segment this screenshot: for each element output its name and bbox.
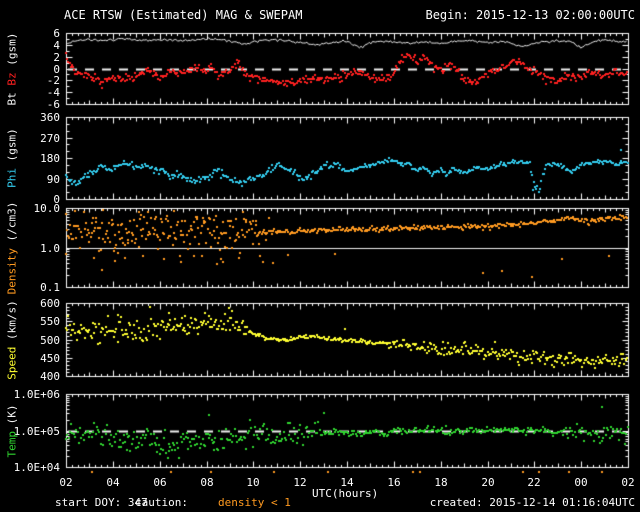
- x-axis-label: UTC(hours): [312, 487, 379, 500]
- x-tick-label: 02: [59, 476, 73, 489]
- chart-title: ACE RTSW (Estimated) MAG & SWEPAM: [64, 8, 303, 22]
- y-tick-label: 360: [40, 111, 60, 124]
- x-tick-label: 16: [387, 476, 401, 489]
- x-tick-label: 12: [293, 476, 307, 489]
- x-tick-label: 10: [246, 476, 260, 489]
- y-tick-label: 1.0E+04: [13, 461, 60, 474]
- y-axis-label-part: Speed: [5, 346, 19, 380]
- x-tick-label: 04: [106, 476, 120, 489]
- y-axis-label-part: (gsm): [5, 128, 19, 168]
- y-axis-label-part: (gsm): [5, 32, 19, 72]
- x-tick-label: 00: [574, 476, 588, 489]
- x-tick-label: 02: [621, 476, 635, 489]
- footer-created-timestamp: created: 2015-12-14 01:16:04UTC: [429, 496, 635, 509]
- y-axis-label-part: Density: [5, 247, 19, 294]
- footer-caution-value: density < 1: [218, 496, 291, 509]
- y-axis-label-part: Temp: [5, 430, 19, 458]
- y-axis-label-part: (/cm3): [5, 201, 19, 248]
- ace-rtsw-plot: ACE RTSW (Estimated) MAG & SWEPAM Begin:…: [0, 0, 640, 512]
- y-axis-label-part: (K): [5, 404, 19, 431]
- x-tick-label: 06: [153, 476, 167, 489]
- footer-start-doy: start DOY: 347: [55, 496, 148, 509]
- y-axis-label-part: Bz: [5, 71, 19, 86]
- y-axis-label-phi: Phi (gsm): [6, 128, 19, 188]
- y-axis-label-part: Bt: [5, 85, 19, 105]
- y-axis-label-part: (km/s): [5, 299, 19, 347]
- x-tick-label: 22: [527, 476, 541, 489]
- y-axis-label-part: Phi: [5, 167, 19, 188]
- x-tick-label: 08: [200, 476, 214, 489]
- plot-canvas: [0, 0, 640, 512]
- begin-timestamp-label: Begin: 2015-12-13 02:00:00UTC: [425, 8, 635, 22]
- y-axis-label-density: Density (/cm3): [6, 201, 19, 294]
- y-axis-label-temp: Temp (K): [6, 404, 19, 457]
- y-axis-label-speed: Speed (km/s): [6, 300, 19, 379]
- x-tick-label: 20: [481, 476, 495, 489]
- footer-caution-label: caution:: [135, 496, 188, 509]
- x-tick-label: 18: [434, 476, 448, 489]
- y-axis-label-bt_bz: Bt Bz (gsm): [6, 32, 19, 105]
- y-tick-label: 1.0E+06: [13, 388, 60, 401]
